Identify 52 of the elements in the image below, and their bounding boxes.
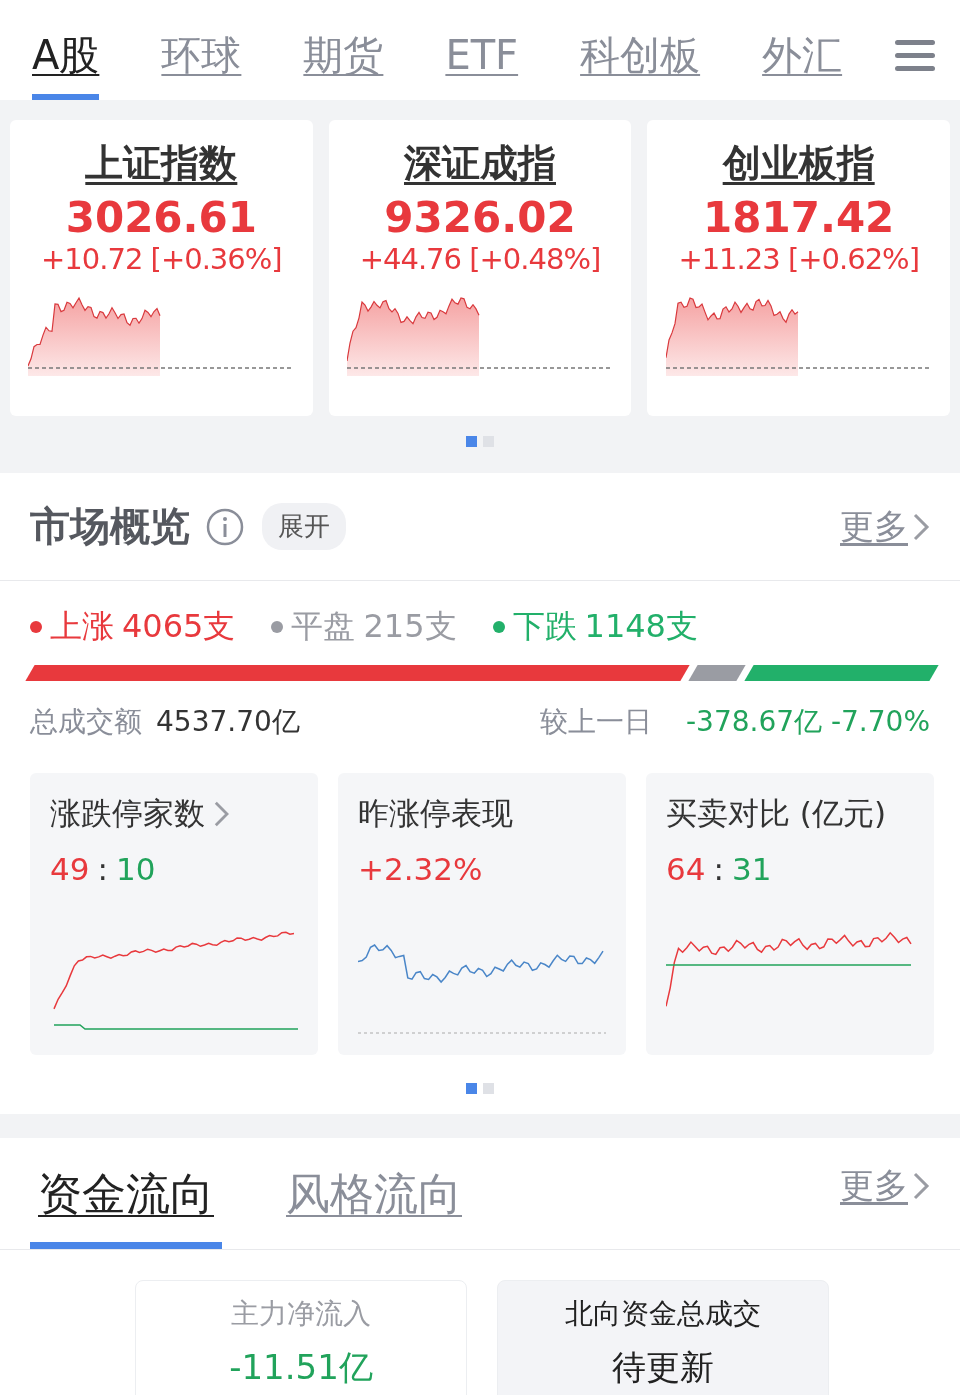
- breadth-count: 215支: [363, 606, 457, 647]
- expand-button[interactable]: 展开: [262, 503, 346, 550]
- index-value: 9326.02: [384, 193, 576, 242]
- index-name: 创业板指: [722, 140, 875, 187]
- index-card[interactable]: 创业板指 1817.42 +11.23 [+0.62%]: [647, 120, 950, 416]
- flow-label: 北向资金总成交: [565, 1296, 761, 1332]
- turnover-label: 总成交额: [30, 704, 142, 740]
- flow-label: 主力净流入: [231, 1296, 371, 1332]
- stat-card[interactable]: 昨涨停表现 +2.32%: [338, 773, 626, 1055]
- index-change: +11.23 [+0.62%]: [678, 242, 919, 276]
- info-icon[interactable]: [206, 507, 244, 546]
- card-value: 31: [731, 851, 772, 887]
- card-title: 买卖对比 (亿元): [666, 794, 887, 833]
- flow-value: -11.51亿: [229, 1346, 373, 1389]
- chevron-right-icon: [213, 800, 230, 828]
- card-value: 49: [50, 851, 90, 887]
- card-title: 昨涨停表现: [358, 794, 513, 833]
- chevron-right-icon: [912, 511, 930, 542]
- menu-icon[interactable]: [895, 38, 935, 72]
- breadth-label: 下跌: [512, 606, 577, 647]
- breadth-label: 上涨: [50, 606, 114, 647]
- index-change: +10.72 [+0.36%]: [41, 242, 282, 276]
- card-value: +2.32%: [358, 851, 483, 887]
- index-change: +44.76 [+0.48%]: [359, 242, 601, 276]
- index-value: 1817.42: [703, 193, 895, 242]
- index-name: 上证指数: [85, 140, 238, 187]
- index-value: 3026.61: [65, 193, 257, 242]
- flow-value: 待更新: [612, 1346, 714, 1389]
- flow-card[interactable]: 北向资金总成交 待更新: [497, 1280, 829, 1395]
- chevron-right-icon: [912, 1171, 930, 1201]
- card-value: 64: [666, 851, 706, 887]
- breadth-count: 4065支: [122, 606, 236, 647]
- turnover-value: 4537.70亿: [156, 704, 300, 740]
- flow-tab[interactable]: 资金流向: [30, 1165, 222, 1249]
- compare-label: 较上一日: [539, 704, 652, 740]
- card-value: :: [713, 851, 724, 887]
- section-title: 市场概览: [30, 502, 190, 551]
- page-indicator[interactable]: [466, 1083, 477, 1094]
- page-indicator[interactable]: [483, 1083, 494, 1094]
- stat-card[interactable]: 买卖对比 (亿元) 64 : 31: [646, 773, 934, 1055]
- card-value: :: [97, 851, 108, 887]
- card-value: 10: [115, 851, 156, 887]
- breadth-label: 平盘: [291, 606, 356, 647]
- index-name: 深证成指: [404, 140, 556, 187]
- stat-card[interactable]: 涨跌停家数 49 : 10: [30, 773, 318, 1055]
- market-tab[interactable]: A股: [32, 30, 100, 100]
- index-card[interactable]: 上证指数 3026.61 +10.72 [+0.36%]: [10, 120, 313, 416]
- page-indicator[interactable]: [466, 436, 477, 447]
- compare-value: -378.67亿 -7.70%: [685, 704, 930, 740]
- card-title: 涨跌停家数: [50, 794, 205, 833]
- index-card[interactable]: 深证成指 9326.02 +44.76 [+0.48%]: [328, 120, 632, 416]
- breadth-count: 1148支: [584, 606, 698, 647]
